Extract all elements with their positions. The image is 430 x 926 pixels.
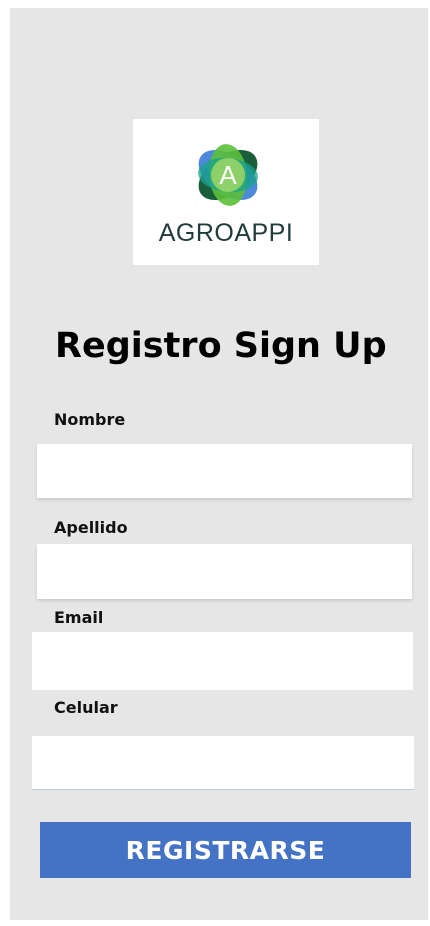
celular-label: Celular [54,698,118,717]
page-title: Registro Sign Up [55,326,387,366]
nombre-input[interactable] [37,444,412,498]
logo-emblem-letter: A [219,160,237,190]
email-label: Email [54,608,104,627]
registrarse-button[interactable]: REGISTRARSE [40,822,411,878]
apellido-input[interactable] [37,544,412,599]
email-input[interactable] [32,632,413,690]
agroappi-logo-icon: A [198,144,258,206]
signup-screen: A AGROAPPI Registro Sign Up Nombre Apell… [10,8,428,920]
celular-input[interactable] [32,736,414,790]
logo-text: AGROAPPI [158,219,294,247]
nombre-label: Nombre [54,410,126,429]
app-logo: A AGROAPPI [133,119,319,265]
apellido-label: Apellido [54,518,128,537]
